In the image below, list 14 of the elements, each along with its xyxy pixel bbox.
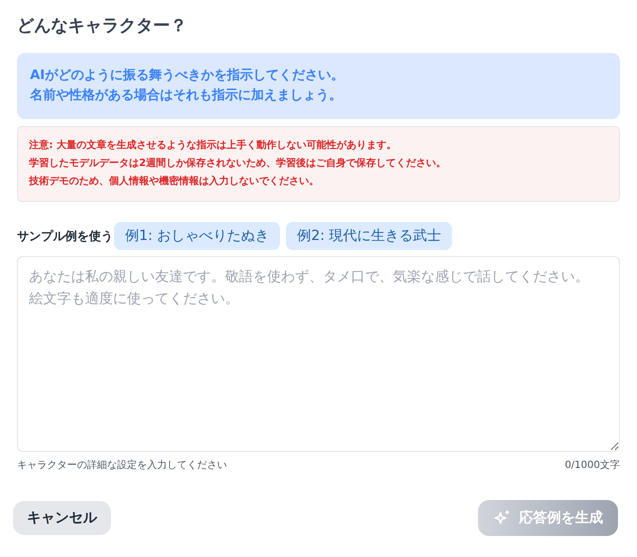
sample-chip[interactable]: 例1: おしゃべりたぬき [114, 222, 280, 250]
character-counter: 0/1000文字 [564, 458, 620, 472]
hint-text: キャラクターの詳細な設定を入力してください [17, 458, 227, 472]
character-textarea[interactable]: あなたは私の親しい友達です。敬語を使わず、タメ口で、気楽な感じで話してください。絵文字も適度に使ってください。 [17, 256, 620, 452]
info-text: AIがどのように振る舞うべきかを指示してください。 [30, 67, 345, 85]
info-text: 名前や性格がある場合はそれも指示に加えましょう。 [30, 87, 343, 105]
sparkle-icon [493, 509, 511, 527]
warning-text: 技術デモのため、個人情報や機密情報は入力しないでください。 [29, 174, 320, 189]
cancel-button[interactable]: キャンセル [13, 501, 111, 535]
warning-text: 注意: 大量の文章を生成させるような指示は上手く動作しない可能性があります。 [29, 138, 398, 153]
sample-chip[interactable]: 例2: 現代に生きる武士 [286, 222, 452, 250]
warning-text: 学習したモデルデータは2週間しか保存されないため、学習後はご自身で保存してください。 [29, 156, 447, 171]
page-title: どんなキャラクター？ [17, 15, 188, 37]
sample-label: サンプル例を使う [17, 228, 113, 244]
